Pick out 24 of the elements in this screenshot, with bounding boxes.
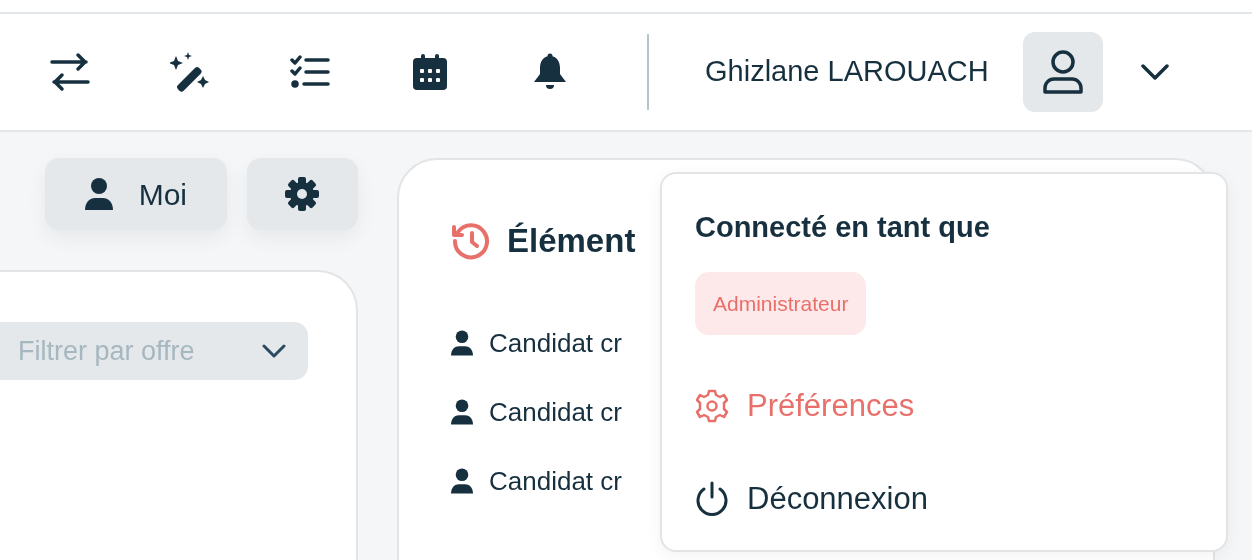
recent-item[interactable]: Candidat cr	[489, 323, 622, 363]
power-icon	[695, 480, 729, 517]
person-icon	[451, 330, 473, 356]
swap-arrows-icon[interactable]	[50, 52, 90, 92]
menu-item[interactable]: Déconnexion	[695, 475, 1194, 522]
menu-heading: Connecté en tant que	[695, 210, 991, 245]
settings-button[interactable]	[246, 158, 358, 230]
calendar-icon[interactable]	[410, 52, 450, 92]
person-icon	[451, 468, 473, 494]
chevron-down-icon[interactable]	[1140, 64, 1169, 80]
panel-title: Élément	[507, 221, 636, 261]
user-icon	[1041, 49, 1084, 95]
gear-icon	[695, 389, 729, 424]
user-name: Ghizlane LAROUACH	[705, 54, 989, 90]
role-badge: Administrateur	[695, 271, 867, 335]
recent-item[interactable]: Candidat cr	[489, 461, 622, 501]
me-button[interactable]: Moi	[45, 158, 227, 230]
magic-wand-icon[interactable]	[170, 52, 210, 92]
chevron-down-icon	[262, 344, 286, 358]
avatar-button[interactable]	[1022, 32, 1103, 112]
history-icon	[451, 221, 491, 260]
recent-item[interactable]: Candidat cr	[489, 392, 622, 432]
person-icon	[451, 399, 473, 425]
user-icon	[84, 178, 113, 210]
